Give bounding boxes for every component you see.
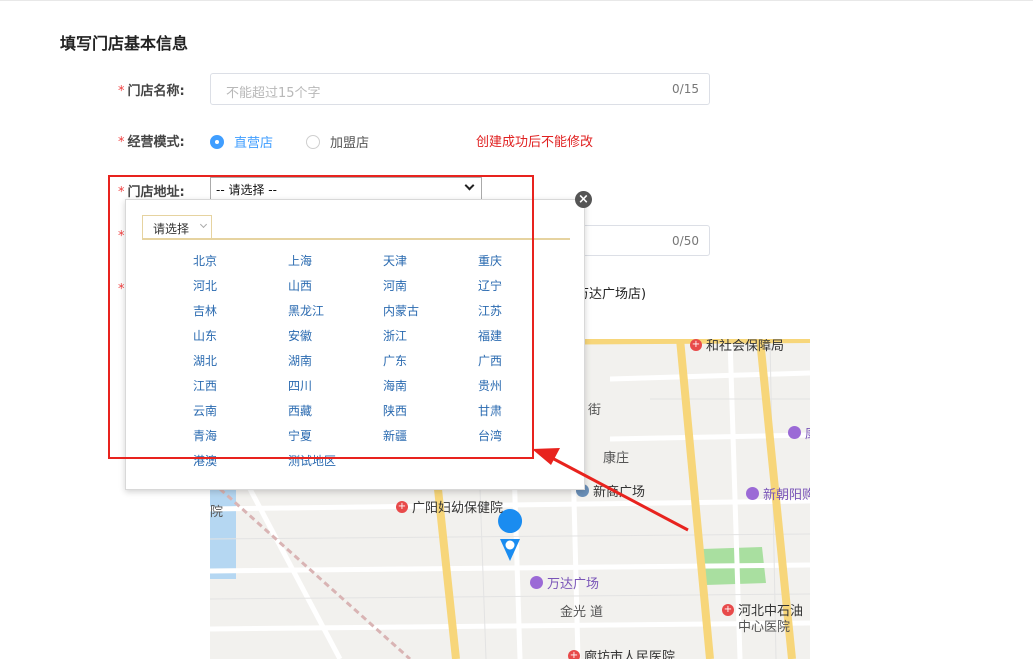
close-icon[interactable]: × — [575, 191, 592, 208]
radio-checked-icon — [210, 134, 224, 149]
mode-warning-text: 创建成功后不能修改 — [476, 135, 594, 150]
street-jinguang: 金光 — [560, 605, 587, 620]
poi-xinchaoyang: 新朝阳购 — [746, 484, 810, 503]
hospital-icon: + — [396, 500, 408, 513]
required-mark: * — [118, 135, 125, 150]
page-title: 填写门店基本信息 — [60, 34, 189, 53]
required-mark: * — [118, 84, 125, 99]
mode-label-text: 经营模式: — [127, 135, 185, 150]
poi-xinshang: 新商广场 — [576, 481, 645, 500]
poi-zhongshiyou-line2: 中心医院 — [738, 620, 791, 635]
area-kangzhuang: 康庄 — [603, 451, 630, 466]
store-name-placeholder: 不能超过15个字 — [226, 86, 321, 101]
store-name-char-count: 0/15 — [672, 82, 699, 96]
hospital-icon: + — [722, 603, 734, 616]
poi-wanda: 万达广场 — [530, 573, 599, 592]
radio-direct-store[interactable]: 直营店 — [210, 132, 273, 151]
store-name-input[interactable]: 不能超过15个字 0/15 — [210, 73, 710, 105]
street-label: 街 — [588, 403, 602, 418]
detail-address-char-count: 0/50 — [672, 234, 699, 248]
store-name-label: * 门店名称: — [118, 80, 185, 99]
street-dao: 道 — [590, 605, 604, 620]
hospital-icon: + — [690, 339, 702, 351]
radio-franchise-store[interactable]: 加盟店 — [306, 132, 369, 151]
poi-guangyang-maternal: + 广阳妇幼保健院 — [396, 500, 504, 516]
mode-label: * 经营模式: — [118, 131, 185, 150]
location-text: 万达广场店) — [576, 287, 647, 302]
store-name-label-text: 门店名称: — [127, 84, 185, 99]
hospital-icon: + — [568, 649, 580, 659]
poi-social-security: + 和社会保障局 — [690, 339, 785, 354]
annotation-highlight-box — [108, 175, 534, 459]
poi-renmin-hospital: + 廊坊市人民医院 — [568, 646, 675, 659]
poi-yuan: 院 — [210, 505, 224, 520]
top-divider — [0, 0, 1033, 1]
shopping-icon — [746, 487, 759, 500]
radio-direct-label: 直营店 — [234, 136, 274, 151]
poi-kang: 康 — [788, 423, 810, 442]
radio-franchise-label: 加盟店 — [330, 136, 370, 151]
radio-unchecked-icon — [306, 134, 320, 149]
shopping-icon — [788, 426, 801, 439]
shopping-icon — [530, 576, 543, 589]
